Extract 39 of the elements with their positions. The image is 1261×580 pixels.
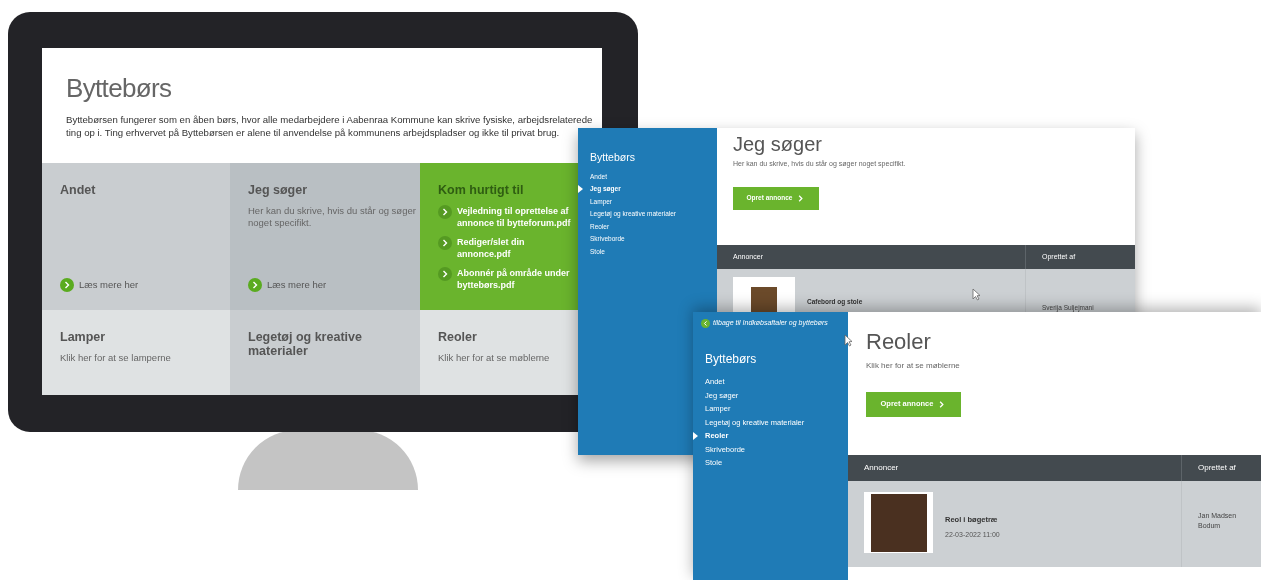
chevron-icon bbox=[438, 205, 452, 219]
category-tile[interactable]: Lamper Klik her for at se lamperne bbox=[42, 310, 230, 395]
pdf-link[interactable]: Abonnér på område under byttebørs.pdf bbox=[457, 267, 574, 291]
sidebar-title: Byttebørs bbox=[589, 150, 636, 165]
intro-text: Byttebørsen fungerer som en åben børs, hvor alle medarbejdere i Aabenraa Kommune kan skrive fysiske, arbejdsrelaterede ting op i. Ting erhvervet på Byttebørsen er alene til anvendelse på kommunens arbejdspladser og ikke til privat brug. bbox=[66, 112, 594, 139]
category-tile[interactable]: Jeg søger Her kan du skrive, hvis du står og søger noget specifikt. Læs mere her bbox=[230, 163, 420, 310]
column-header: Annoncer bbox=[863, 462, 900, 474]
tile-title: Kom hurtigt til bbox=[438, 183, 524, 197]
category-tile[interactable]: Reoler Klik her for at se møblerne bbox=[420, 310, 578, 395]
chevron-icon bbox=[796, 193, 806, 203]
chevron-icon bbox=[438, 267, 452, 281]
read-more-link[interactable]: Læs mere her bbox=[267, 277, 327, 292]
chevron-icon bbox=[937, 399, 947, 409]
tile-title: Jeg søger bbox=[248, 183, 308, 197]
tile-title: Legetøj og kreative materialer bbox=[248, 330, 363, 358]
tile-title: Lamper bbox=[60, 330, 106, 344]
tile-text: Klik her for at se lamperne bbox=[60, 352, 172, 364]
sidebar-title: Byttebørs bbox=[704, 351, 758, 368]
chevron-icon bbox=[438, 236, 452, 250]
page-description: Klik her for at se møblerne bbox=[866, 359, 961, 372]
tile-title: Reoler bbox=[438, 330, 477, 344]
pdf-link[interactable]: Rediger/slet din annonce.pdf bbox=[457, 236, 574, 260]
pointer-icon bbox=[972, 288, 981, 301]
tile-text: Klik her for at se møblerne bbox=[438, 352, 551, 364]
page-heading: Jeg søger bbox=[733, 132, 823, 157]
read-more-link[interactable]: Læs mere her bbox=[79, 277, 139, 292]
tile-text: Her kan du skrive, hvis du står og søger noget specifikt. bbox=[248, 205, 416, 229]
tile-title: Andet bbox=[60, 183, 96, 197]
category-tile[interactable]: Legetøj og kreative materialer bbox=[230, 310, 420, 395]
chevron-icon bbox=[248, 277, 262, 292]
page-heading: Reoler bbox=[866, 328, 932, 356]
chevron-icon bbox=[60, 277, 74, 292]
back-icon bbox=[701, 318, 710, 328]
category-tile[interactable]: Andet Læs mere her bbox=[42, 163, 230, 310]
photo-placeholder bbox=[870, 493, 927, 552]
pdf-link[interactable]: Vejledning til oprettelse af annonce til bytteforum.pdf bbox=[457, 205, 574, 229]
selected-marker-icon bbox=[693, 432, 698, 440]
selected-marker-icon bbox=[578, 185, 583, 194]
page-title: Byttebørs bbox=[66, 72, 173, 105]
